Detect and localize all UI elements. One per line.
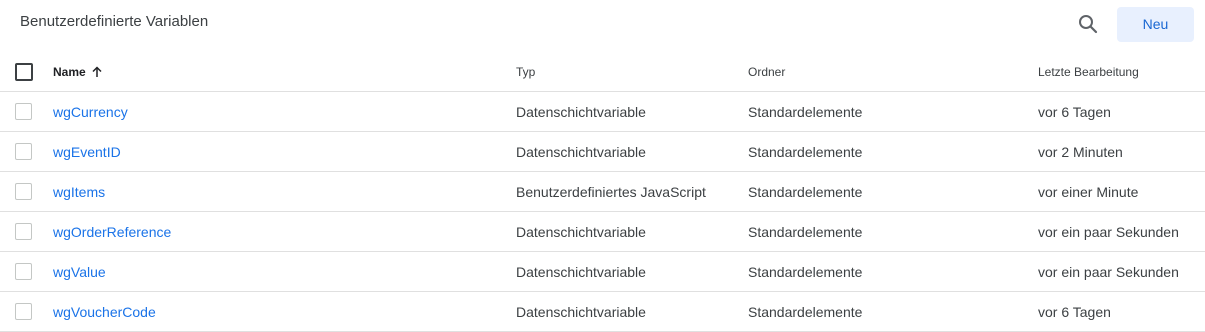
column-header-name-label: Name [53, 64, 86, 79]
variable-folder: Standardelemente [748, 183, 863, 200]
row-checkbox[interactable] [15, 143, 32, 160]
variable-name-link[interactable]: wgEventID [53, 144, 121, 160]
new-variable-button[interactable]: Neu [1117, 7, 1194, 42]
search-button[interactable] [1076, 12, 1100, 36]
variable-last-edit: vor 6 Tagen [1038, 303, 1111, 320]
variable-type: Datenschichtvariable [516, 303, 646, 320]
row-checkbox[interactable] [15, 103, 32, 120]
select-all-checkbox[interactable] [15, 62, 33, 81]
variable-last-edit: vor 6 Tagen [1038, 103, 1111, 120]
column-header-name[interactable]: Name [53, 52, 104, 91]
variables-table: Name Typ Ordner Letzte Bearbeitung wgCur… [0, 52, 1205, 332]
variable-name-link[interactable]: wgValue [53, 264, 106, 280]
page-header: Benutzerdefinierte Variablen Neu [0, 0, 1205, 50]
select-all-cell [15, 52, 35, 91]
variable-folder: Standardelemente [748, 223, 863, 240]
variable-type: Datenschichtvariable [516, 103, 646, 120]
table-row: wgOrderReference Datenschichtvariable St… [0, 212, 1205, 252]
variable-folder: Standardelemente [748, 303, 863, 320]
variable-last-edit: vor 2 Minuten [1038, 143, 1123, 160]
table-row: wgCurrency Datenschichtvariable Standard… [0, 92, 1205, 132]
table-header-row: Name Typ Ordner Letzte Bearbeitung [0, 52, 1205, 92]
column-header-last-edit[interactable]: Letzte Bearbeitung [1038, 52, 1139, 91]
variable-name-link[interactable]: wgVoucherCode [53, 304, 156, 320]
page-title: Benutzerdefinierte Variablen [20, 13, 209, 30]
row-checkbox[interactable] [15, 303, 32, 320]
search-icon [1076, 12, 1100, 36]
variable-folder: Standardelemente [748, 263, 863, 280]
table-row: wgItems Benutzerdefiniertes JavaScript S… [0, 172, 1205, 212]
column-header-folder[interactable]: Ordner [748, 52, 785, 91]
variable-type: Datenschichtvariable [516, 143, 646, 160]
variable-name-link[interactable]: wgOrderReference [53, 224, 171, 240]
table-row: wgValue Datenschichtvariable Standardele… [0, 252, 1205, 292]
variable-last-edit: vor ein paar Sekunden [1038, 223, 1179, 240]
arrow-up-icon [90, 65, 104, 79]
variable-last-edit: vor einer Minute [1038, 183, 1139, 200]
column-header-type[interactable]: Typ [516, 52, 535, 91]
variable-name-link[interactable]: wgCurrency [53, 104, 128, 120]
variable-type: Datenschichtvariable [516, 223, 646, 240]
table-row: wgVoucherCode Datenschichtvariable Stand… [0, 292, 1205, 332]
variable-last-edit: vor ein paar Sekunden [1038, 263, 1179, 280]
variable-folder: Standardelemente [748, 143, 863, 160]
row-checkbox[interactable] [15, 223, 32, 240]
variable-folder: Standardelemente [748, 103, 863, 120]
row-checkbox[interactable] [15, 263, 32, 280]
variable-type: Datenschichtvariable [516, 263, 646, 280]
row-checkbox[interactable] [15, 183, 32, 200]
table-row: wgEventID Datenschichtvariable Standarde… [0, 132, 1205, 172]
variable-name-link[interactable]: wgItems [53, 184, 105, 200]
variable-type: Benutzerdefiniertes JavaScript [516, 183, 706, 200]
